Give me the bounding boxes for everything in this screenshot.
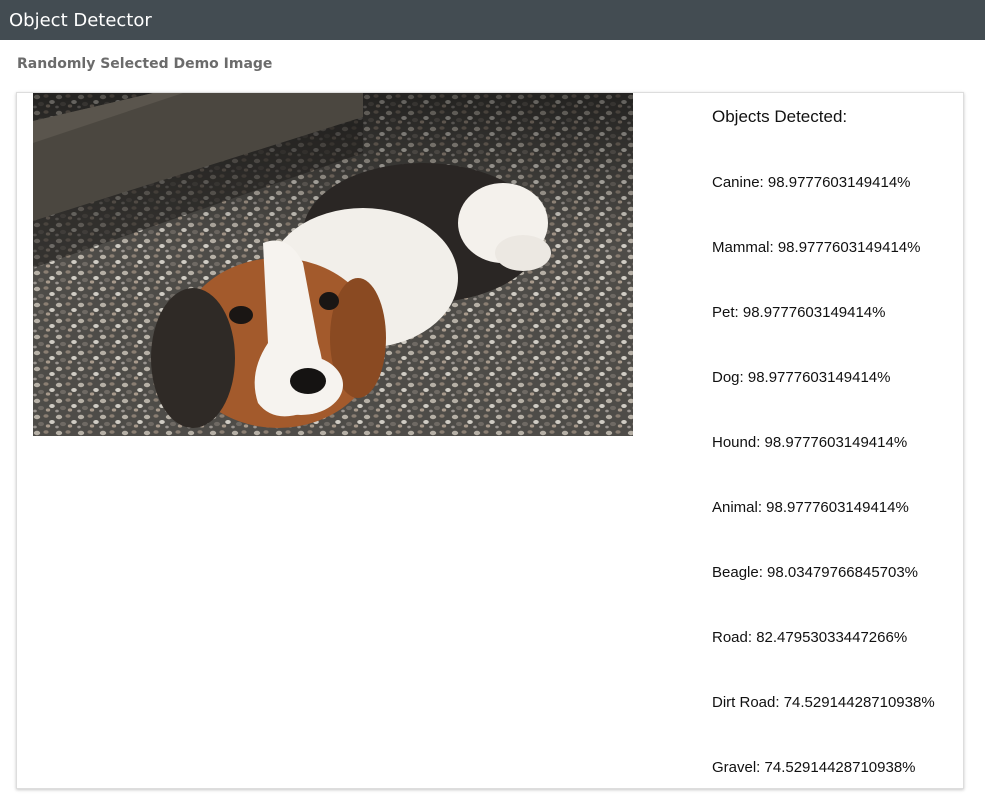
result-item-canine: Canine: 98.9777603149414% xyxy=(712,174,911,191)
result-item-road: Road: 82.47953033447266% xyxy=(712,629,908,646)
app-header: Object Detector xyxy=(0,0,985,40)
detector-card: Objects Detected: Canine: 98.97776031494… xyxy=(16,92,964,789)
result-item-gravel: Gravel: 74.52914428710938% xyxy=(712,759,916,776)
results-heading: Objects Detected: xyxy=(712,107,848,126)
result-item-hound: Hound: 98.9777603149414% xyxy=(712,434,908,451)
section-title: Randomly Selected Demo Image xyxy=(17,56,273,72)
app-title: Object Detector xyxy=(9,9,152,31)
demo-image xyxy=(33,93,633,436)
result-item-beagle: Beagle: 98.03479766845703% xyxy=(712,564,919,581)
result-item-animal: Animal: 98.9777603149414% xyxy=(712,499,909,516)
result-item-dog: Dog: 98.9777603149414% xyxy=(712,369,891,386)
result-item-pet: Pet: 98.9777603149414% xyxy=(712,304,886,321)
beagle-puppy-illustration xyxy=(33,93,633,436)
result-item-dirt-road: Dirt Road: 74.52914428710938% xyxy=(712,694,935,711)
result-item-mammal: Mammal: 98.9777603149414% xyxy=(712,239,921,256)
